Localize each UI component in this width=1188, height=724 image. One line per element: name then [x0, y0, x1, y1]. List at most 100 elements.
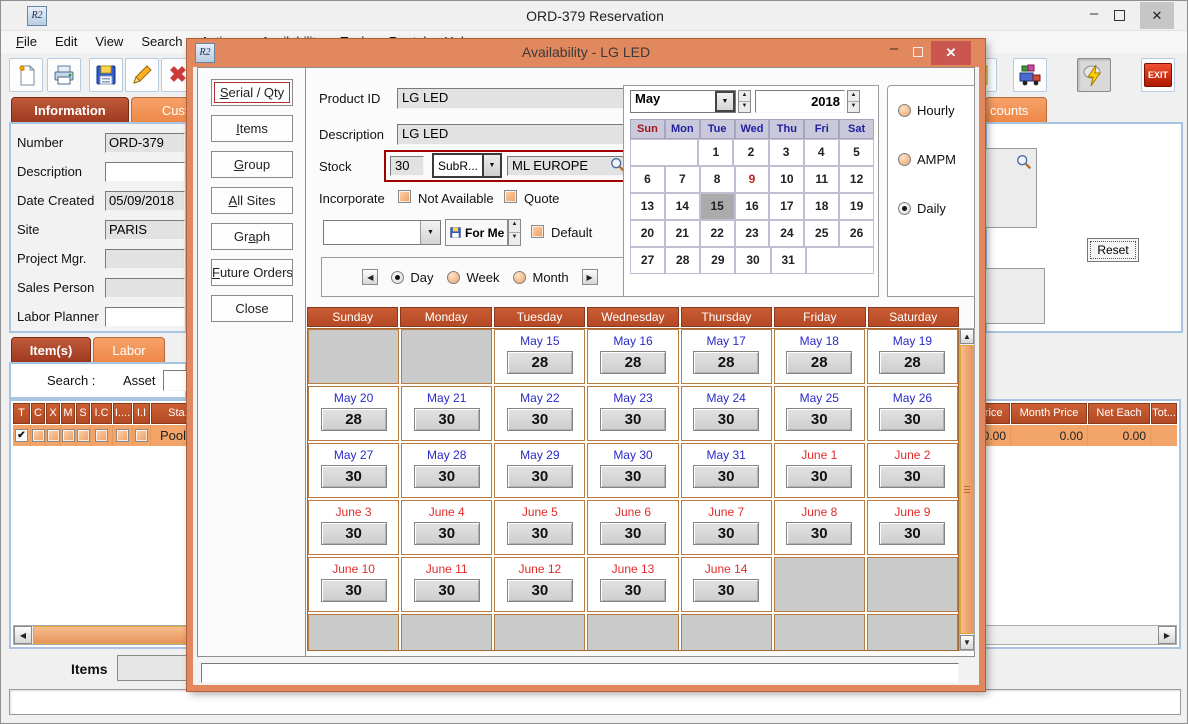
vscroll-thumb[interactable]	[960, 345, 974, 634]
calendar-cell-may-22[interactable]: May 2230	[494, 386, 585, 441]
mini-day-3[interactable]: 3	[769, 139, 804, 166]
period-prev-icon[interactable]: ◀	[362, 269, 378, 285]
sidebar-button-all-sites[interactable]: All Sites	[211, 187, 293, 214]
year-field[interactable]: 2018	[755, 90, 845, 113]
calendar-cell-june-3[interactable]: June 330	[308, 500, 399, 555]
availability-qty[interactable]: 30	[321, 522, 387, 545]
row-checkbox-s[interactable]	[77, 429, 90, 442]
row-checkbox-c[interactable]	[32, 429, 45, 442]
row-checkbox-i-i[interactable]	[135, 429, 148, 442]
period-option-week[interactable]: Week	[447, 270, 499, 285]
calendar-cell-june-9[interactable]: June 930	[867, 500, 958, 555]
chevron-down-icon[interactable]: ▼	[420, 221, 440, 244]
dialog-maximize-button[interactable]	[913, 47, 923, 57]
availability-qty[interactable]: 28	[879, 351, 945, 374]
sidebar-button-items[interactable]: Items	[211, 115, 293, 142]
calendar-cell-june-11[interactable]: June 1130	[401, 557, 492, 612]
mini-day-20[interactable]: 20	[630, 220, 665, 247]
calendar-cell-june-13[interactable]: June 1330	[587, 557, 678, 612]
availability-qty[interactable]: 28	[600, 351, 666, 374]
mini-day-12[interactable]: 12	[839, 166, 874, 193]
period-option-month[interactable]: Month	[513, 270, 568, 285]
menu-item-edit[interactable]: Edit	[46, 31, 86, 53]
calendar-cell-june-2[interactable]: June 230	[867, 443, 958, 498]
row-checkbox-i[interactable]	[116, 429, 129, 442]
tab-discounts[interactable]: counts	[985, 97, 1047, 123]
mini-day-25[interactable]: 25	[804, 220, 839, 247]
tab-information[interactable]: Information	[11, 97, 129, 123]
availability-qty[interactable]: 28	[321, 408, 387, 431]
mini-day-22[interactable]: 22	[700, 220, 735, 247]
availability-qty[interactable]: 30	[693, 465, 759, 488]
tab-items[interactable]: Item(s)	[11, 337, 91, 363]
column-header-i[interactable]: I....	[113, 403, 132, 424]
search-input[interactable]	[163, 370, 187, 391]
availability-qty[interactable]: 30	[414, 579, 480, 602]
availability-qty[interactable]: 28	[507, 351, 573, 374]
availability-qty[interactable]: 30	[600, 465, 666, 488]
calendar-cell-may-28[interactable]: May 2830	[401, 443, 492, 498]
exit-button[interactable]: EXIT	[1141, 58, 1175, 92]
availability-qty[interactable]: 30	[786, 465, 852, 488]
calendar-cell-may-27[interactable]: May 2730	[308, 443, 399, 498]
reset-button[interactable]: Reset	[1087, 238, 1139, 262]
menu-item-search[interactable]: Search	[132, 31, 191, 53]
mini-day-6[interactable]: 6	[630, 166, 665, 193]
calendar-cell-may-16[interactable]: May 1628	[587, 329, 678, 384]
description-field[interactable]: LG LED	[397, 124, 637, 145]
calendar-cell-june-10[interactable]: June 1030	[308, 557, 399, 612]
calendar-cell-may-18[interactable]: May 1828	[774, 329, 865, 384]
availability-qty[interactable]: 30	[693, 579, 759, 602]
mini-day-9[interactable]: 9	[735, 166, 770, 193]
mini-day-14[interactable]: 14	[665, 193, 700, 220]
dialog-minimize-button[interactable]: –	[885, 40, 903, 57]
sidebar-button-group[interactable]: Group	[211, 151, 293, 178]
calendar-cell-may-17[interactable]: May 1728	[681, 329, 772, 384]
maximize-button[interactable]	[1114, 10, 1125, 21]
menu-item-view[interactable]: View	[86, 31, 132, 53]
field-site[interactable]: PARIS	[105, 220, 185, 240]
scroll-up-icon[interactable]: ▲	[960, 329, 974, 344]
mini-day-2[interactable]: 2	[733, 139, 768, 166]
availability-qty[interactable]: 28	[786, 351, 852, 374]
calendar-cell-may-29[interactable]: May 2930	[494, 443, 585, 498]
availability-qty[interactable]: 30	[414, 522, 480, 545]
mini-day-24[interactable]: 24	[769, 220, 804, 247]
calendar-cell-june-4[interactable]: June 430	[401, 500, 492, 555]
calendar-cell-june-6[interactable]: June 630	[587, 500, 678, 555]
availability-qty[interactable]: 30	[786, 408, 852, 431]
column-header-month-price[interactable]: Month Price	[1011, 403, 1087, 424]
availability-qty[interactable]: 30	[507, 579, 573, 602]
availability-qty[interactable]: 30	[414, 465, 480, 488]
availability-qty[interactable]: 28	[693, 351, 759, 374]
month-spinner[interactable]: ▲▼	[738, 90, 751, 113]
field-labor-planner[interactable]	[105, 307, 185, 327]
edit-button[interactable]	[125, 58, 159, 92]
availability-qty[interactable]: 30	[321, 579, 387, 602]
row-checkbox-x[interactable]	[47, 429, 60, 442]
print-button[interactable]	[47, 58, 81, 92]
product-id-field[interactable]: LG LED	[397, 88, 637, 109]
availability-qty[interactable]: 30	[879, 408, 945, 431]
availability-qty[interactable]: 30	[786, 522, 852, 545]
calendar-cell-june-7[interactable]: June 730	[681, 500, 772, 555]
scroll-down-icon[interactable]: ▼	[960, 635, 974, 650]
sidebar-button-graph[interactable]: Graph	[211, 223, 293, 250]
chevron-down-icon[interactable]: ▼	[482, 155, 500, 176]
calendar-vscrollbar[interactable]: ▲ ▼	[959, 328, 975, 651]
mini-day-31[interactable]: 31	[771, 247, 806, 274]
calendar-cell-may-24[interactable]: May 2430	[681, 386, 772, 441]
availability-qty[interactable]: 30	[507, 522, 573, 545]
scroll-right-icon[interactable]: ▶	[1158, 626, 1176, 644]
calendar-cell-june-5[interactable]: June 530	[494, 500, 585, 555]
calendar-cell-may-21[interactable]: May 2130	[401, 386, 492, 441]
for-me-spinner[interactable]: ▲▼	[508, 219, 521, 246]
mini-day-15[interactable]: 15	[700, 193, 735, 220]
calendar-cell-june-12[interactable]: June 1230	[494, 557, 585, 612]
granularity-option-ampm[interactable]: AMPM	[898, 152, 974, 167]
sidebar-button-future-orders[interactable]: Future Orders	[211, 259, 293, 286]
calendar-cell-may-30[interactable]: May 3030	[587, 443, 678, 498]
mini-day-16[interactable]: 16	[735, 193, 770, 220]
calendar-cell-may-26[interactable]: May 2630	[867, 386, 958, 441]
mini-day-29[interactable]: 29	[700, 247, 735, 274]
